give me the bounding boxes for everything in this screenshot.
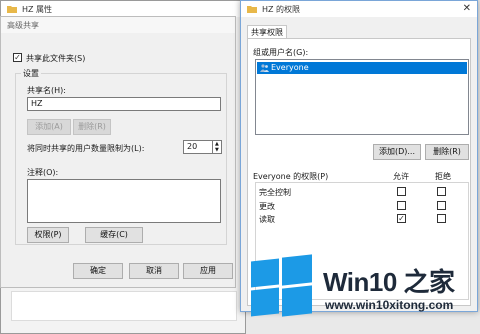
share-folder-checkbox[interactable]: ✓	[13, 53, 22, 62]
advanced-sharing-title: 高级共享	[7, 20, 39, 30]
watermark-title: Win10 之家	[323, 267, 455, 297]
advanced-sharing-titlebar: 高级共享	[1, 17, 235, 33]
permissions-button[interactable]: 权限(P)	[27, 227, 69, 243]
group-user-label: 组或用户名(G):	[253, 48, 309, 57]
share-folder-label: 共享此文件夹(S)	[26, 54, 86, 63]
spin-down-icon[interactable]: ▼	[215, 148, 219, 153]
user-limit-spinner[interactable]: ▲ ▼	[212, 140, 222, 154]
tab-share-permissions[interactable]: 共享权限	[247, 25, 287, 39]
settings-label: 设置	[21, 68, 41, 79]
user-list-item-everyone[interactable]: Everyone	[257, 62, 467, 74]
win10-watermark: Win10 之家 www.win10xitong.com	[245, 246, 480, 334]
perm-name: 更改	[259, 202, 275, 211]
perm-name: 读取	[259, 215, 275, 224]
folder-icon	[7, 6, 17, 13]
watermark-url: www.win10xitong.com	[325, 298, 454, 312]
properties-title: HZ 属性	[22, 4, 53, 14]
perm-deny-checkbox[interactable]	[437, 201, 446, 210]
share-name-label: 共享名(H):	[27, 86, 66, 95]
properties-titlebar: HZ 属性	[1, 1, 245, 17]
properties-content-area	[11, 291, 237, 321]
permissions-title: HZ 的权限	[262, 4, 301, 14]
advanced-sharing-dialog: 高级共享 ✓ 共享此文件夹(S) 设置 共享名(H): HZ 添加(A) 删除(…	[0, 16, 236, 288]
perm-deny-checkbox[interactable]	[437, 214, 446, 223]
remove-share-button[interactable]: 删除(R)	[73, 119, 111, 135]
permissions-header-label: Everyone 的权限(P)	[253, 172, 329, 181]
deny-header: 拒绝	[435, 172, 451, 181]
add-user-button[interactable]: 添加(D)...	[373, 144, 421, 160]
permissions-titlebar: HZ 的权限 ✕	[241, 1, 477, 17]
perm-allow-checkbox[interactable]	[397, 187, 406, 196]
share-name-input[interactable]: HZ	[27, 97, 221, 111]
cancel-button[interactable]: 取消	[129, 263, 179, 279]
add-share-button[interactable]: 添加(A)	[27, 119, 71, 135]
ok-button[interactable]: 确定	[73, 263, 123, 279]
comment-label: 注释(O):	[27, 168, 59, 177]
caching-button[interactable]: 缓存(C)	[85, 227, 143, 243]
allow-header: 允许	[393, 172, 409, 181]
users-icon	[260, 64, 269, 72]
perm-allow-checkbox[interactable]	[397, 201, 406, 210]
close-icon[interactable]: ✕	[463, 3, 471, 14]
user-listbox[interactable]: Everyone	[255, 59, 469, 135]
remove-user-button[interactable]: 删除(R)	[425, 144, 469, 160]
perm-name: 完全控制	[259, 188, 291, 197]
perm-allow-checkbox[interactable]: ✓	[397, 214, 406, 223]
perm-deny-checkbox[interactable]	[437, 187, 446, 196]
comment-textarea[interactable]	[27, 179, 221, 223]
apply-button[interactable]: 应用	[183, 263, 233, 279]
user-name: Everyone	[271, 63, 309, 72]
user-limit-label: 将同时共享的用户数量限制为(L):	[27, 144, 145, 153]
windows-logo-icon	[251, 254, 313, 318]
user-limit-input[interactable]: 20	[183, 140, 213, 154]
folder-icon	[247, 6, 257, 13]
